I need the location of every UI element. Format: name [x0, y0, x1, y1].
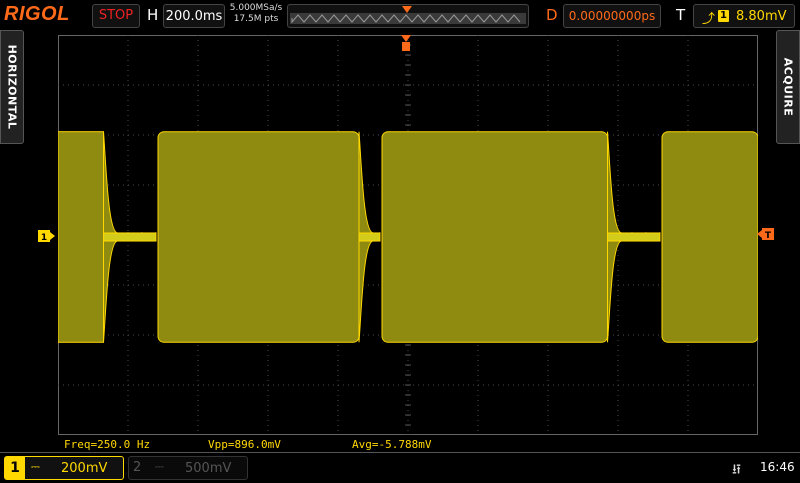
waveform-quiet	[103, 232, 157, 242]
waveform-decay	[103, 131, 118, 234]
channel-1-scale: 200mV	[61, 461, 108, 476]
timebase-value: 200.0ms	[165, 9, 223, 24]
trigger-level-marker-arrow	[757, 230, 762, 238]
delay-control[interactable]: 0.00000000ps	[563, 4, 661, 28]
sample-rate: 5.000MSa/s	[229, 3, 283, 13]
channel-1-marker-arrow	[50, 232, 55, 240]
usb-icon: ⭿	[732, 462, 742, 478]
brand-logo: RIGOL	[4, 3, 70, 25]
waveform-decay	[358, 131, 374, 234]
channel-1-marker-label: 1	[41, 233, 47, 242]
acquire-tab-label: ACQUIRE	[781, 57, 795, 117]
top-status-bar: RIGOL STOP H 200.0ms 5.000MSa/s 17.5M pt…	[0, 0, 800, 30]
memory-overview[interactable]	[287, 4, 529, 28]
acquire-tab[interactable]: ACQUIRE	[776, 30, 800, 144]
trigger-position-icon	[402, 6, 412, 13]
memory-depth: 17.5M pts	[233, 14, 279, 24]
horizontal-tab-label: HORIZONTAL	[5, 44, 19, 130]
measurement-frequency[interactable]: Freq=250.0 Hz	[64, 438, 150, 451]
bottom-channel-bar: 1 ⎓ 200mV 2 ⎓ 500mV ⭿ 16:46	[0, 452, 800, 481]
waveform-decay	[607, 240, 622, 343]
system-clock: 16:46	[760, 460, 795, 474]
channel-1-button[interactable]: 1 ⎓ 200mV	[4, 456, 124, 480]
channel-2-scale: 500mV	[185, 461, 232, 476]
waveform-decay	[607, 131, 622, 234]
trigger-control[interactable]: ⤴ 1 8.80mV	[693, 4, 795, 28]
trigger-level: 8.80mV	[736, 9, 787, 24]
run-stop-button[interactable]: STOP	[92, 4, 140, 28]
waveform-display[interactable]	[58, 35, 758, 435]
waveform-quiet	[358, 232, 381, 242]
run-status: STOP	[98, 8, 134, 23]
sample-info: 5.000MSa/s 17.5M pts	[228, 3, 284, 25]
waveform-decay	[103, 240, 118, 343]
waveform-decay	[358, 240, 374, 343]
delay-value: 0.00000000ps	[568, 9, 656, 23]
channel-1-coupling-icon: ⎓	[31, 460, 40, 473]
trigger-level-marker-label: T	[765, 231, 772, 240]
waveform-burst	[157, 131, 360, 343]
delay-label: D	[546, 6, 558, 24]
measurement-vpp[interactable]: Vpp=896.0mV	[208, 438, 281, 451]
channel-2-coupling-icon: ⎓	[155, 460, 164, 473]
channel-1-waveform	[58, 131, 758, 343]
rising-edge-icon: ⤴	[702, 12, 716, 27]
channel-2-button[interactable]: 2 ⎓ 500mV	[128, 456, 248, 480]
trigger-level-marker[interactable]: T	[757, 228, 775, 240]
trigger-top-marker-box	[402, 42, 410, 51]
channel-1-number: 1	[5, 457, 25, 479]
waveform-burst	[661, 131, 758, 343]
waveform-quiet	[607, 232, 661, 242]
waveform-burst	[381, 131, 608, 343]
horizontal-tab[interactable]: HORIZONTAL	[0, 30, 24, 144]
trigger-source: 1	[718, 10, 729, 22]
memory-overview-waveform	[290, 6, 526, 24]
channel-2-number: 2	[133, 460, 142, 475]
trigger-label: T	[676, 6, 686, 24]
channel-1-marker[interactable]: 1	[38, 230, 56, 242]
trigger-top-marker-icon	[401, 35, 411, 42]
horizontal-label: H	[147, 6, 159, 24]
timebase-control[interactable]: 200.0ms	[163, 4, 225, 28]
waveform-burst	[58, 131, 104, 343]
measurement-average[interactable]: Avg=-5.788mV	[352, 438, 431, 451]
